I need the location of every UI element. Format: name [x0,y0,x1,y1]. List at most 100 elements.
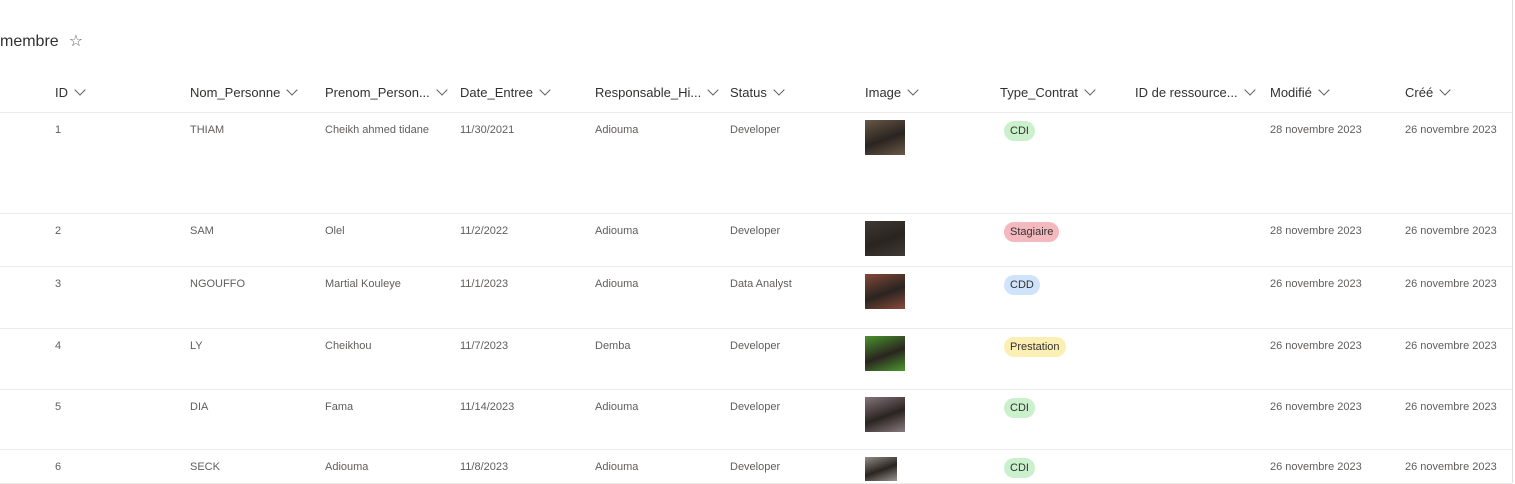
column-header-status[interactable]: Status [730,72,865,113]
column-header-label: Date_Entree [460,84,533,100]
person-photo-thumbnail[interactable] [865,397,905,432]
column-header-nom-personne[interactable]: Nom_Personne [190,72,325,113]
right-border [1512,0,1513,483]
cell-cree: 26 novembre 2023 [1405,213,1512,267]
cell-text: SECK [190,461,220,473]
person-photo-thumbnail[interactable] [865,120,905,155]
column-header-date-entree[interactable]: Date_Entree [460,72,595,113]
cell-status: Data Analyst [730,266,865,329]
cell-text: Adiouma [595,401,639,413]
column-header-label: Image [865,84,902,100]
cell-text: 6 [55,461,62,473]
cell-cree: 26 novembre 2023 [1405,328,1512,390]
cell-text: Developer [730,124,781,136]
person-photo-thumbnail[interactable] [865,221,905,256]
cell-ressource [1135,389,1270,450]
cell-resp: Adiouma [595,213,730,267]
cell-type-contrat: CDD [1000,266,1135,329]
cell-text: 11/7/2023 [460,340,509,352]
cell-text: Adiouma [595,278,639,290]
cell-status: Developer [730,213,865,267]
cell-text: Adiouma [595,124,639,136]
cell-image [865,266,1000,329]
column-header-cree[interactable]: Créé [1405,72,1512,113]
list-title: membre [0,33,59,50]
column-header-responsable[interactable]: Responsable_Hi... [595,72,730,113]
column-header-modifie[interactable]: Modifié [1270,72,1405,113]
cell-resp: Adiouma [595,266,730,329]
column-header-label: Modifié [1270,84,1312,100]
cell-modifie: 26 novembre 2023 [1270,449,1405,484]
cell-text: 11/14/2023 [460,401,515,413]
cell-text: 28 novembre 2023 [1270,225,1362,237]
cell-type-contrat: Prestation [1000,328,1135,390]
cell-date: 11/7/2023 [460,328,595,390]
cell-prenom: Olel [325,213,460,267]
cell-text: Olel [325,225,345,237]
column-header-prenom-personne[interactable]: Prenom_Person... [325,72,460,113]
cell-text: 26 novembre 2023 [1405,124,1497,136]
cell-id: 6 [0,449,190,484]
table-row[interactable]: 1 THIAM Cheikh ahmed tidane 11/30/2021 Adiou… [0,112,1512,214]
column-header-id-ressource[interactable]: ID de ressource... [1135,72,1270,113]
cell-id: 1 [0,112,190,214]
contract-badge: CDD [1004,275,1040,295]
cell-text: 26 novembre 2023 [1405,401,1497,413]
column-header-type-contrat[interactable]: Type_Contrat [1000,72,1135,113]
cell-image [865,328,1000,390]
chevron-down-icon [1439,83,1451,96]
cell-image [865,213,1000,267]
person-photo-thumbnail[interactable] [865,336,905,371]
cell-status: Developer [730,328,865,390]
cell-cree: 26 novembre 2023 [1405,112,1512,214]
chevron-down-icon [436,83,448,96]
cell-text: 26 novembre 2023 [1405,340,1497,352]
cell-date: 11/8/2023 [460,449,595,484]
cell-ressource [1135,449,1270,484]
cell-text: Developer [730,401,781,413]
cell-cree: 26 novembre 2023 [1405,266,1512,329]
cell-status: Developer [730,389,865,450]
column-header-label: Status [730,84,767,100]
person-photo-thumbnail[interactable] [865,274,905,309]
chevron-down-icon [74,83,86,96]
cell-date: 11/2/2022 [460,213,595,267]
cell-nom: DIA [190,389,325,450]
cell-text: 26 novembre 2023 [1270,461,1362,473]
cell-date: 11/30/2021 [460,112,595,214]
person-photo-thumbnail[interactable] [865,457,897,481]
cell-text: Demba [595,340,631,352]
cell-text: THIAM [190,124,225,136]
cell-status: Developer [730,449,865,484]
cell-text: NGOUFFO [190,278,245,290]
table-row[interactable]: 2 SAM Olel 11/2/2022 Adiouma Developer Stagiai… [0,213,1512,267]
cell-ressource [1135,328,1270,390]
cell-text: Martial Kouleye [325,278,401,290]
cell-prenom: Martial Kouleye [325,266,460,329]
cell-prenom: Fama [325,389,460,450]
cell-text: Cheikhou [325,340,372,352]
table-row[interactable]: 3 NGOUFFO Martial Kouleye 11/1/2023 Adiouma D… [0,266,1512,329]
column-header-label: ID [55,84,68,100]
column-header-id[interactable]: ID [0,72,190,113]
contract-badge: Prestation [1004,337,1066,357]
cell-text: Adiouma [595,225,639,237]
cell-type-contrat: CDI [1000,449,1135,484]
cell-nom: NGOUFFO [190,266,325,329]
cell-text: LY [190,340,203,352]
table-row[interactable]: 4 LY Cheikhou 11/7/2023 Demba Developer Presta… [0,328,1512,390]
cell-nom: SAM [190,213,325,267]
cell-id: 5 [0,389,190,450]
cell-id: 2 [0,213,190,267]
list-body: 1 THIAM Cheikh ahmed tidane 11/30/2021 Adiou… [0,112,1512,484]
table-row[interactable]: 5 DIA Fama 11/14/2023 Adiouma Developer CDI 26 … [0,389,1512,450]
cell-text: 26 novembre 2023 [1405,461,1497,473]
star-icon[interactable]: ☆ [69,34,83,50]
cell-text: 26 novembre 2023 [1405,225,1497,237]
column-header-label: Créé [1405,84,1434,100]
contract-badge: CDI [1004,398,1035,418]
table-row[interactable]: 6 SECK Adiouma 11/8/2023 Adiouma Developer CDI… [0,449,1512,484]
cell-ressource [1135,266,1270,329]
cell-type-contrat: Stagiaire [1000,213,1135,267]
column-header-image[interactable]: Image [865,72,1000,113]
